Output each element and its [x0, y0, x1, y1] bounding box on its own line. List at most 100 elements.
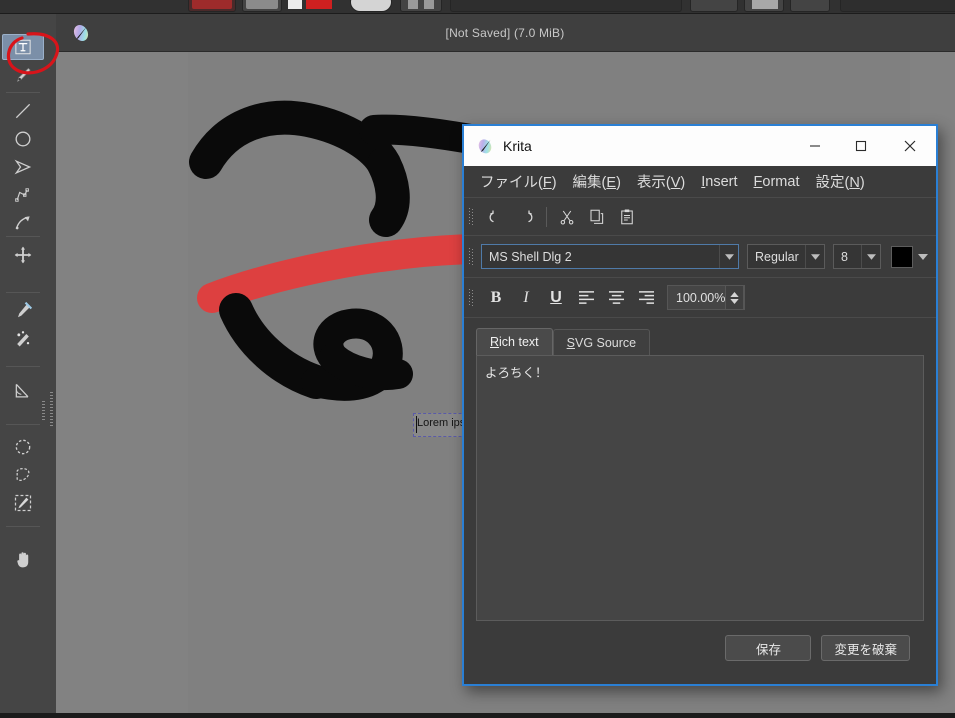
sidebar-item-similar-color-selection-tool[interactable]	[2, 490, 44, 516]
toolbox-divider-5	[6, 424, 40, 425]
paste-button[interactable]	[612, 203, 642, 231]
toolbox[interactable]	[0, 14, 46, 718]
sidebar-item-move-tool[interactable]	[2, 242, 44, 268]
toolbar-widget-gradient[interactable]	[350, 0, 392, 12]
align-center-icon	[608, 291, 624, 304]
font-size-combobox[interactable]: 8	[833, 244, 881, 269]
toolbar-separator	[546, 206, 547, 227]
dialog-menubar[interactable]: ファイル(F) 編集(E) 表示(V) Insert Format 設定(N)	[464, 166, 936, 198]
sidebar-item-elliptical-selection-tool[interactable]	[2, 434, 44, 460]
toolbar-swatch-flow	[752, 0, 778, 9]
chevron-down-icon[interactable]	[861, 245, 880, 268]
close-button[interactable]	[884, 126, 936, 166]
toolbox-splitter-grip[interactable]	[50, 392, 53, 426]
discard-changes-button[interactable]: 変更を破棄	[821, 635, 910, 661]
toolbar-widget-slider-1[interactable]	[450, 0, 682, 12]
toolbar-dash-2	[424, 0, 434, 9]
menu-format-post: ormat	[762, 173, 800, 190]
menu-insert[interactable]: Insert	[693, 172, 745, 192]
ellipse-icon	[15, 131, 31, 147]
dialog-format-toolbar[interactable]: B I U 100.00%	[464, 278, 936, 318]
status-bar	[0, 713, 955, 718]
menu-file-pre: ファイル(	[480, 175, 543, 191]
menu-format[interactable]: Format	[746, 172, 808, 192]
rich-text-editor[interactable]: よろちく！	[476, 355, 924, 621]
line-height-spinbox[interactable]: 100.00%	[667, 285, 745, 310]
toolbox-splitter[interactable]	[46, 14, 56, 718]
calligraphy-pen-icon	[16, 68, 31, 82]
sidebar-item-color-sampler-tool[interactable]	[2, 298, 44, 324]
sidebar-item-polygon-tool[interactable]	[2, 154, 44, 180]
text-color-chevron-down-icon[interactable]	[913, 253, 933, 260]
sidebar-item-text-tool[interactable]	[2, 34, 44, 60]
toolbox-scroll-handle[interactable]	[42, 401, 45, 421]
chevron-down-icon[interactable]	[719, 245, 738, 268]
tab-svg-source[interactable]: S VG Source	[552, 329, 651, 355]
undo-button[interactable]	[481, 203, 511, 231]
toolbar-swatch-foreground[interactable]	[306, 0, 332, 9]
menu-file-key: F	[542, 175, 552, 191]
menu-settings-key: N	[849, 175, 860, 191]
sidebar-item-colorize-mask-tool[interactable]	[2, 326, 44, 352]
align-right-button[interactable]	[631, 284, 661, 312]
spinbox-arrows[interactable]	[725, 285, 744, 310]
bezier-curve-icon	[15, 216, 30, 230]
text-color-swatch[interactable]	[891, 245, 913, 268]
dialog-font-toolbar[interactable]: MS Shell Dlg 2 Regular 8	[464, 236, 936, 278]
align-center-button[interactable]	[601, 284, 631, 312]
maximize-button[interactable]	[838, 126, 884, 166]
editor-tabs[interactable]: Rich text S VG Source	[476, 328, 924, 355]
eyedropper-icon	[18, 301, 33, 318]
bold-button[interactable]: B	[481, 284, 511, 312]
polyline-icon	[15, 188, 29, 202]
font-family-value: MS Shell Dlg 2	[489, 249, 572, 264]
sidebar-item-ellipse-tool[interactable]	[2, 126, 44, 152]
sidebar-item-bezier-curve-tool[interactable]	[2, 210, 44, 236]
sidebar-item-polyline-tool[interactable]	[2, 182, 44, 208]
toolbar-widget-size[interactable]	[690, 0, 738, 12]
krita-text-editor-dialog[interactable]: Krita ファイル(F) 編集(E) 表示(V) Insert Format …	[462, 124, 938, 686]
minimize-button[interactable]	[792, 126, 838, 166]
redo-arrow-icon	[528, 209, 533, 222]
save-button[interactable]: 保存	[725, 635, 812, 661]
cut-button[interactable]	[552, 203, 582, 231]
toolbar-widget-blend[interactable]	[790, 0, 830, 12]
menu-file-post: )	[551, 175, 557, 191]
align-left-button[interactable]	[571, 284, 601, 312]
tab-rich-text[interactable]: Rich text	[476, 328, 553, 355]
menu-view-key: V	[670, 175, 681, 191]
menu-settings[interactable]: 設定(N)	[807, 169, 872, 194]
undo-arrow-icon	[489, 209, 494, 222]
menu-edit-post: )	[616, 175, 621, 191]
menu-file[interactable]: ファイル(F)	[472, 169, 565, 194]
toolbar-swatch-red[interactable]	[192, 0, 232, 9]
format-toolbar-drag-handle[interactable]	[469, 288, 474, 307]
toolbar-widget-pattern[interactable]	[400, 0, 442, 12]
menu-view-post: )	[680, 175, 686, 191]
italic-button[interactable]: I	[511, 284, 541, 312]
dialog-titlebar[interactable]: Krita	[464, 126, 936, 166]
toolbar-drag-handle[interactable]	[469, 207, 474, 226]
font-family-combobox[interactable]: MS Shell Dlg 2	[481, 244, 739, 269]
text-tool-icon	[15, 39, 31, 55]
sidebar-item-calligraphy-tool[interactable]	[2, 62, 44, 88]
menu-edit[interactable]: 編集(E)	[565, 169, 629, 194]
redo-button[interactable]	[511, 203, 541, 231]
menu-view[interactable]: 表示(V)	[629, 169, 693, 194]
colorize-mask-icon	[17, 331, 30, 347]
krita-top-toolbar-strip[interactable]	[0, 0, 955, 14]
similar-color-selection-icon	[14, 494, 32, 512]
underline-button[interactable]: U	[541, 284, 571, 312]
toolbar-swatch-gray[interactable]	[246, 0, 278, 9]
toolbar-widget-slider-2[interactable]	[840, 0, 955, 12]
dialog-edit-toolbar[interactable]	[464, 198, 936, 236]
font-style-combobox[interactable]: Regular	[747, 244, 825, 269]
sidebar-item-pan-tool[interactable]	[2, 546, 44, 572]
sidebar-item-polygonal-selection-tool[interactable]	[2, 462, 44, 488]
sidebar-item-line-tool[interactable]	[2, 98, 44, 124]
toolbar-swatch-white[interactable]	[288, 0, 302, 9]
chevron-down-icon[interactable]	[805, 245, 824, 268]
copy-button[interactable]	[582, 203, 612, 231]
font-toolbar-drag-handle[interactable]	[469, 247, 474, 266]
sidebar-item-measure-tool[interactable]	[2, 378, 44, 404]
